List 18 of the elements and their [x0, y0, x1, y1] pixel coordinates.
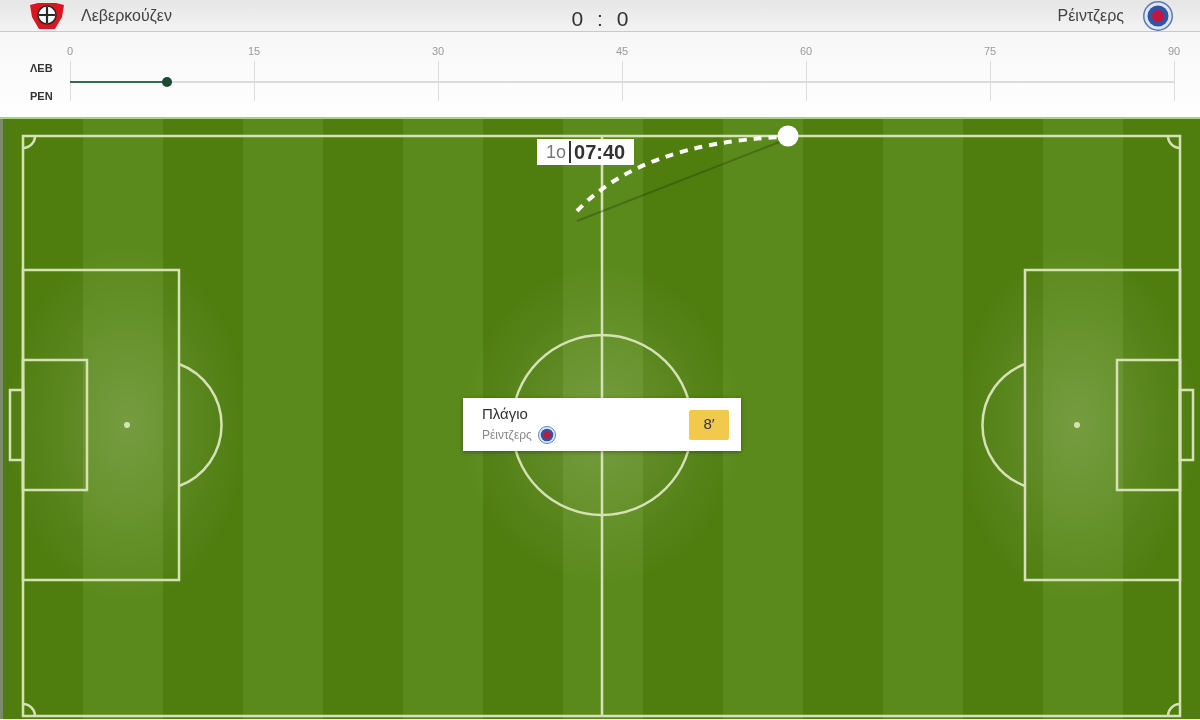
tick-label: 30: [431, 44, 445, 58]
shield-crest-icon: [29, 2, 65, 29]
home-team-name: Λεβερκούζεν: [81, 5, 172, 26]
tick-label: 60: [799, 44, 813, 58]
event-team: Ρέιντζερς: [482, 427, 532, 443]
event-title: Πλάγιο: [482, 405, 529, 423]
tick-label: 90: [1167, 44, 1181, 58]
team-row-label: ΡΕΝ: [30, 89, 54, 103]
period-label: 1ο: [546, 141, 567, 163]
tick-label: 15: [247, 44, 261, 58]
tick-label: 45: [615, 44, 629, 58]
match-score: 0 : 0: [571, 5, 629, 31]
event-minute: 8′: [689, 409, 729, 440]
tick-label: 75: [983, 44, 997, 58]
tick-label: 0: [66, 44, 74, 58]
team-row-label: ΛΕΒ: [30, 61, 54, 75]
match-time: 07:40: [574, 141, 626, 163]
away-team-name: Ρέιντζερς: [1057, 5, 1124, 26]
